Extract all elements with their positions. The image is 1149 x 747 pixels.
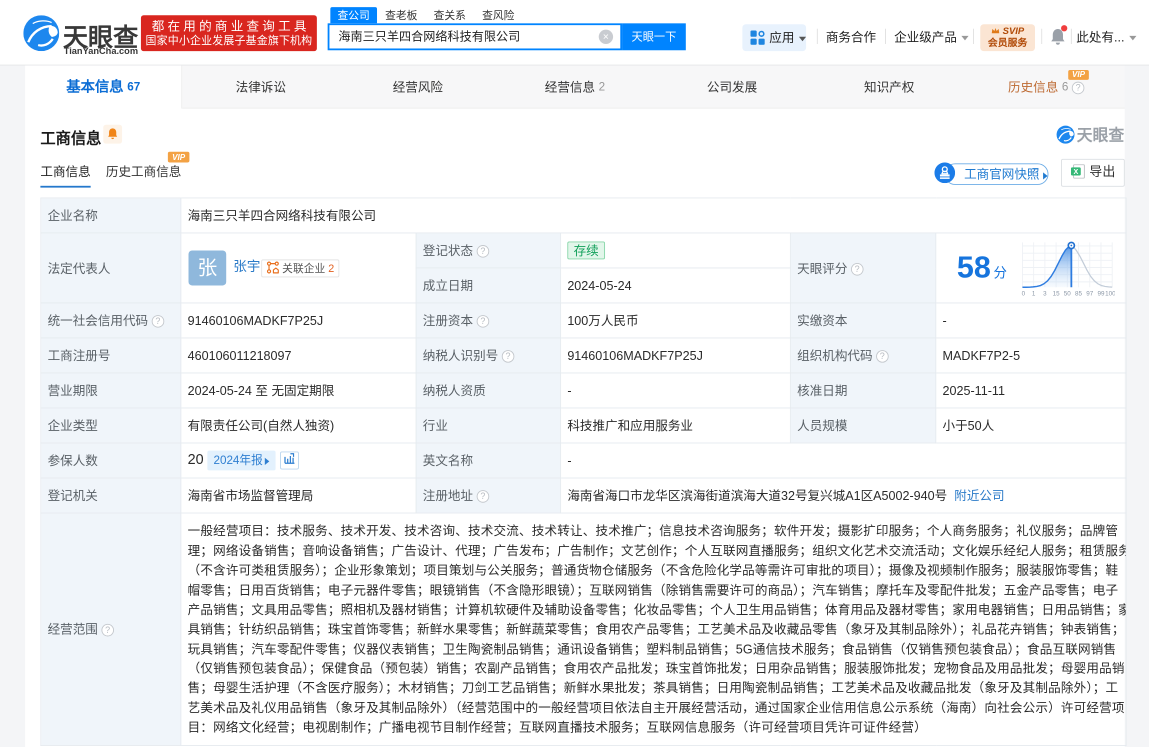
svg-text:50: 50 <box>1064 290 1071 297</box>
svg-text:1: 1 <box>1032 290 1036 297</box>
svg-text:99: 99 <box>1097 290 1104 297</box>
svg-text:X: X <box>1073 168 1078 176</box>
svg-text:3: 3 <box>1043 290 1047 297</box>
svg-text:85: 85 <box>1075 290 1082 297</box>
svg-text:天眼查: 天眼查 <box>1077 125 1125 144</box>
svg-text:100: 100 <box>1105 290 1115 297</box>
svg-text:0: 0 <box>1022 290 1026 297</box>
svg-text:97: 97 <box>1086 290 1093 297</box>
svg-text:15: 15 <box>1053 290 1060 297</box>
